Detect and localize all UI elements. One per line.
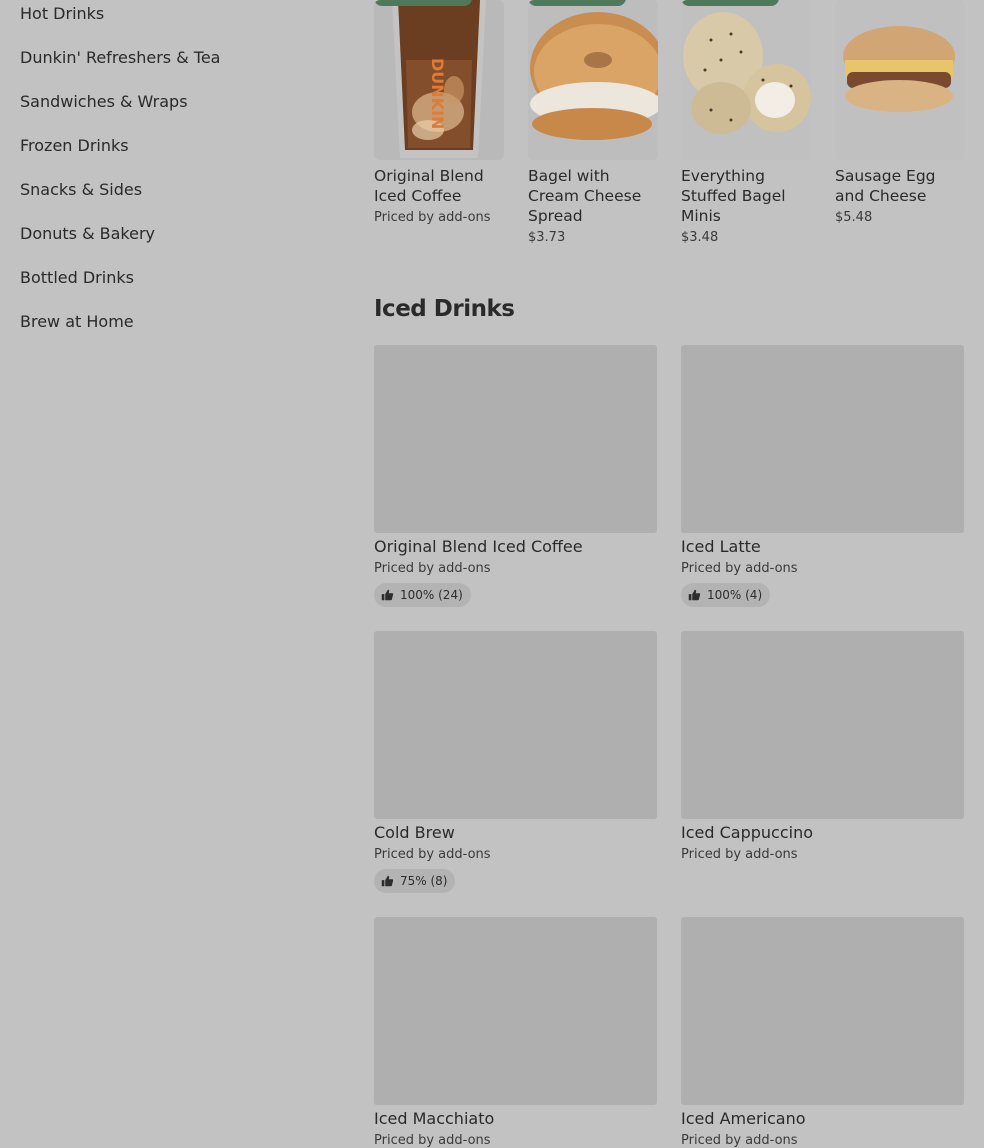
sidebar-item-refreshers-tea[interactable]: Dunkin' Refreshers & Tea [20,48,220,68]
sidebar-item-frozen-drinks[interactable]: Frozen Drinks [20,136,129,156]
menu-item-image[interactable] [681,917,964,1105]
iced-coffee-image: DUNKIN [392,0,486,158]
featured-item-price: Priced by add-ons [374,210,491,225]
menu-item-price: Priced by add-ons [681,847,798,862]
sandwich-image [835,0,965,160]
menu-item-price: Priced by add-ons [374,847,491,862]
svg-text:DUNKIN: DUNKIN [428,58,447,129]
featured-item-price: $3.48 [681,230,719,245]
featured-item-image[interactable] [681,0,811,160]
rating-text: 100% (4) [707,588,763,602]
menu-item-title: Iced Latte [681,537,761,556]
featured-item-image[interactable] [528,0,658,160]
menu-item-title: Cold Brew [374,823,455,842]
menu-item-image[interactable] [374,631,657,819]
featured-item-title: Bagel with Cream Cheese Spread [528,167,642,225]
featured-item-image[interactable]: DUNKIN [374,0,504,160]
rating-text: 75% (8) [400,874,448,888]
menu-item-image[interactable] [374,917,657,1105]
featured-item-image[interactable] [835,0,965,160]
featured-item-price: $3.73 [528,230,566,245]
thumbs-up-icon [688,589,701,601]
featured-badge [374,0,472,6]
rating-badge: 100% (4) [681,583,771,607]
featured-item-title: Everything Stuffed Bagel Minis [681,167,786,225]
sidebar-item-hot-drinks[interactable]: Hot Drinks [20,4,104,24]
sidebar-item-donuts-bakery[interactable]: Donuts & Bakery [20,224,155,244]
rating-badge: 100% (24) [374,583,471,607]
section-title: Iced Drinks [374,296,515,322]
featured-badge [681,0,779,6]
sidebar-item-brew-at-home[interactable]: Brew at Home [20,312,134,332]
featured-item-price: $5.48 [835,210,873,225]
stuffed-bagel-minis-image [681,0,811,160]
rating-text: 100% (24) [400,588,463,602]
featured-badge [528,0,626,6]
menu-item-image[interactable] [374,345,657,533]
menu-item-title: Iced Macchiato [374,1109,495,1128]
menu-item-image[interactable] [681,345,964,533]
menu-item-image[interactable] [681,631,964,819]
sidebar-item-bottled-drinks[interactable]: Bottled Drinks [20,268,134,288]
featured-item-title: Sausage Egg and Cheese [835,167,936,205]
bagel-image [528,0,658,160]
menu-item-title: Iced Cappuccino [681,823,813,842]
menu-item-price: Priced by add-ons [681,561,798,576]
sidebar-item-sandwiches-wraps[interactable]: Sandwiches & Wraps [20,92,188,112]
rating-badge: 75% (8) [374,869,456,893]
menu-item-title: Original Blend Iced Coffee [374,537,583,556]
menu-item-price: Priced by add-ons [681,1133,798,1148]
thumbs-up-icon [381,875,394,887]
menu-item-price: Priced by add-ons [374,1133,491,1148]
menu-item-price: Priced by add-ons [374,561,491,576]
menu-item-title: Iced Americano [681,1109,806,1128]
sidebar-item-snacks-sides[interactable]: Snacks & Sides [20,180,142,200]
thumbs-up-icon [381,589,394,601]
featured-item-title: Original Blend Iced Coffee [374,167,484,205]
